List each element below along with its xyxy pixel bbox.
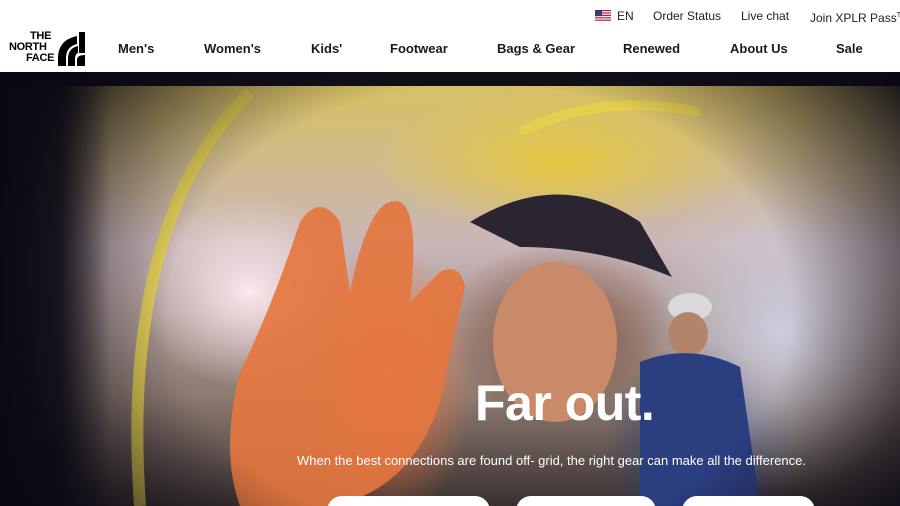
hero-banner: Far out. When the best connections are f… xyxy=(0,72,900,506)
join-xplr-pass-link[interactable]: Join XPLR PassT xyxy=(810,9,900,25)
order-status-link[interactable]: Order Status xyxy=(653,9,721,23)
nav-kids[interactable]: Kids' xyxy=(311,41,342,56)
hero-subtitle: When the best connections are found off-… xyxy=(297,453,806,468)
join-label: Join XPLR Pass xyxy=(810,11,897,25)
nav-womens[interactable]: Women's xyxy=(204,41,261,56)
nav-footwear[interactable]: Footwear xyxy=(390,41,448,56)
us-flag-icon[interactable] xyxy=(595,10,611,22)
live-chat-link[interactable]: Live chat xyxy=(741,9,789,23)
nav-bags-gear[interactable]: Bags & Gear xyxy=(497,41,575,56)
main-header: THE NORTH FACE Men's Women's Kids' Footw… xyxy=(0,28,900,72)
nav-about-us[interactable]: About Us xyxy=(730,41,788,56)
hero-cta-button-3[interactable] xyxy=(682,496,815,506)
hero-cta-button-2[interactable] xyxy=(516,496,656,506)
language-selector[interactable]: EN xyxy=(617,9,634,23)
hero-title: Far out. xyxy=(475,375,655,431)
logo-wordmark: THE NORTH FACE xyxy=(9,31,54,64)
nav-sale[interactable]: Sale xyxy=(836,41,863,56)
logo-line-3: FACE xyxy=(26,52,55,64)
nav-mens[interactable]: Men's xyxy=(118,41,154,56)
north-face-logo[interactable]: THE NORTH FACE xyxy=(9,31,85,69)
hero-vignette xyxy=(0,72,900,506)
hero-cta-button-1[interactable] xyxy=(327,496,490,506)
north-face-logo-mark xyxy=(58,32,85,66)
nav-renewed[interactable]: Renewed xyxy=(623,41,680,56)
